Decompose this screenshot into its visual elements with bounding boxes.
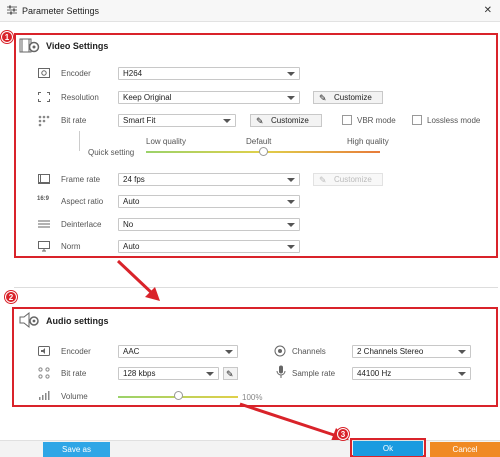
deinterlace-select[interactable]: No [118, 218, 300, 231]
channels-select[interactable]: 2 Channels Stereo [352, 345, 471, 358]
resolution-label: Resolution [61, 93, 99, 102]
close-button[interactable]: ✕ [484, 5, 492, 16]
deinterlace-icon [38, 219, 50, 232]
pencil-icon: ✎ [319, 175, 327, 185]
pencil-icon: ✎ [226, 369, 234, 379]
lossless-mode-label: Lossless mode [427, 116, 481, 125]
step-badge-2: 2 [5, 291, 17, 303]
channels-label: Channels [292, 347, 326, 356]
chevron-down-icon [458, 350, 466, 354]
chevron-down-icon [287, 245, 295, 249]
audio-bitrate-value: 128 kbps [123, 369, 156, 378]
resolution-select[interactable]: Keep Original [118, 91, 300, 104]
volume-icon [38, 390, 50, 403]
high-quality-label: High quality [347, 137, 389, 146]
encoder-icon [38, 68, 50, 81]
quick-setting-label: Quick setting [88, 148, 135, 157]
customize-label: Customize [334, 175, 372, 184]
microphone-icon [276, 365, 286, 382]
default-quality-label: Default [246, 137, 272, 146]
audio-encoder-select[interactable]: AAC [118, 345, 238, 358]
audio-bitrate-edit-button[interactable]: ✎ [223, 367, 238, 380]
lossless-mode-checkbox[interactable] [412, 115, 422, 125]
framerate-icon [38, 174, 50, 187]
chevron-down-icon [223, 119, 231, 123]
encoder-value: H264 [123, 69, 143, 78]
audio-bitrate-select[interactable]: 128 kbps [118, 367, 219, 380]
chevron-down-icon [287, 96, 295, 100]
chevron-down-icon [458, 372, 466, 376]
window-title: Parameter Settings [22, 6, 100, 16]
deinterlace-value: No [123, 220, 134, 229]
save-as-button[interactable]: Save as [43, 442, 110, 457]
aspect-ratio-value: Auto [123, 197, 140, 206]
sample-rate-select[interactable]: 44100 Hz [352, 367, 471, 380]
chevron-down-icon [287, 178, 295, 182]
pencil-icon: ✎ [319, 93, 327, 103]
vbr-mode-label: VBR mode [357, 116, 396, 125]
resolution-customize-button[interactable]: ✎ Customize [313, 91, 383, 104]
cancel-button[interactable]: Cancel [430, 442, 500, 457]
annotation-arrow-1 [116, 259, 160, 301]
pencil-icon: ✎ [256, 116, 264, 126]
chevron-down-icon [287, 200, 295, 204]
vbr-mode-checkbox[interactable] [342, 115, 352, 125]
framerate-customize-button[interactable]: ✎ Customize [313, 173, 383, 186]
aspect-ratio-icon: 16:9 [37, 196, 50, 202]
sample-rate-label: Sample rate [292, 369, 336, 378]
low-quality-label: Low quality [146, 137, 187, 146]
encoder-label: Encoder [61, 69, 91, 78]
bitrate-value: Smart Fit [123, 116, 156, 125]
resolution-value: Keep Original [123, 93, 172, 102]
video-settings-icon [19, 38, 41, 54]
audio-settings-icon [18, 311, 40, 329]
bitrate-label: Bit rate [61, 116, 87, 125]
sample-rate-value: 44100 Hz [357, 369, 392, 378]
norm-select[interactable]: Auto [118, 240, 300, 253]
framerate-value: 24 fps [123, 175, 145, 184]
audio-settings-title: Audio settings [46, 316, 109, 326]
chevron-down-icon [287, 223, 295, 227]
encoder-select[interactable]: H264 [118, 67, 300, 80]
aspect-ratio-select[interactable]: Auto [118, 195, 300, 208]
section-divider [14, 287, 498, 288]
quality-slider-thumb[interactable] [259, 147, 268, 156]
quick-setting-bracket [79, 131, 80, 151]
norm-icon [38, 241, 50, 255]
step-badge-3: 3 [337, 428, 349, 440]
customize-label: Customize [271, 116, 309, 125]
annotation-arrow-3 [239, 402, 349, 441]
settings-icon [6, 4, 18, 16]
bitrate-customize-button[interactable]: ✎ Customize [250, 114, 322, 127]
bitrate-select[interactable]: Smart Fit [118, 114, 236, 127]
deinterlace-label: Deinterlace [61, 220, 102, 229]
video-settings-title: Video Settings [46, 41, 109, 51]
norm-value: Auto [123, 242, 140, 251]
speaker-icon [38, 346, 50, 359]
ok-button[interactable]: Ok [353, 441, 423, 456]
audio-encoder-value: AAC [123, 347, 140, 356]
customize-label: Customize [334, 93, 372, 102]
framerate-label: Frame rate [61, 175, 101, 184]
norm-label: Norm [61, 242, 81, 251]
aspect-ratio-label: Aspect ratio [61, 197, 104, 206]
volume-label: Volume [61, 392, 88, 401]
step-badge-1: 1 [1, 31, 13, 43]
chevron-down-icon [225, 350, 233, 354]
bitrate-icon [38, 115, 50, 130]
chevron-down-icon [287, 72, 295, 76]
audio-encoder-label: Encoder [61, 347, 91, 356]
audio-bitrate-icon [38, 367, 50, 382]
channels-icon [274, 345, 286, 360]
title-bar: Parameter Settings ✕ [0, 0, 500, 22]
framerate-select[interactable]: 24 fps [118, 173, 300, 186]
volume-slider-thumb[interactable] [174, 391, 183, 400]
channels-value: 2 Channels Stereo [357, 347, 424, 356]
chevron-down-icon [206, 372, 214, 376]
audio-bitrate-label: Bit rate [61, 369, 87, 378]
resolution-icon [38, 92, 50, 105]
